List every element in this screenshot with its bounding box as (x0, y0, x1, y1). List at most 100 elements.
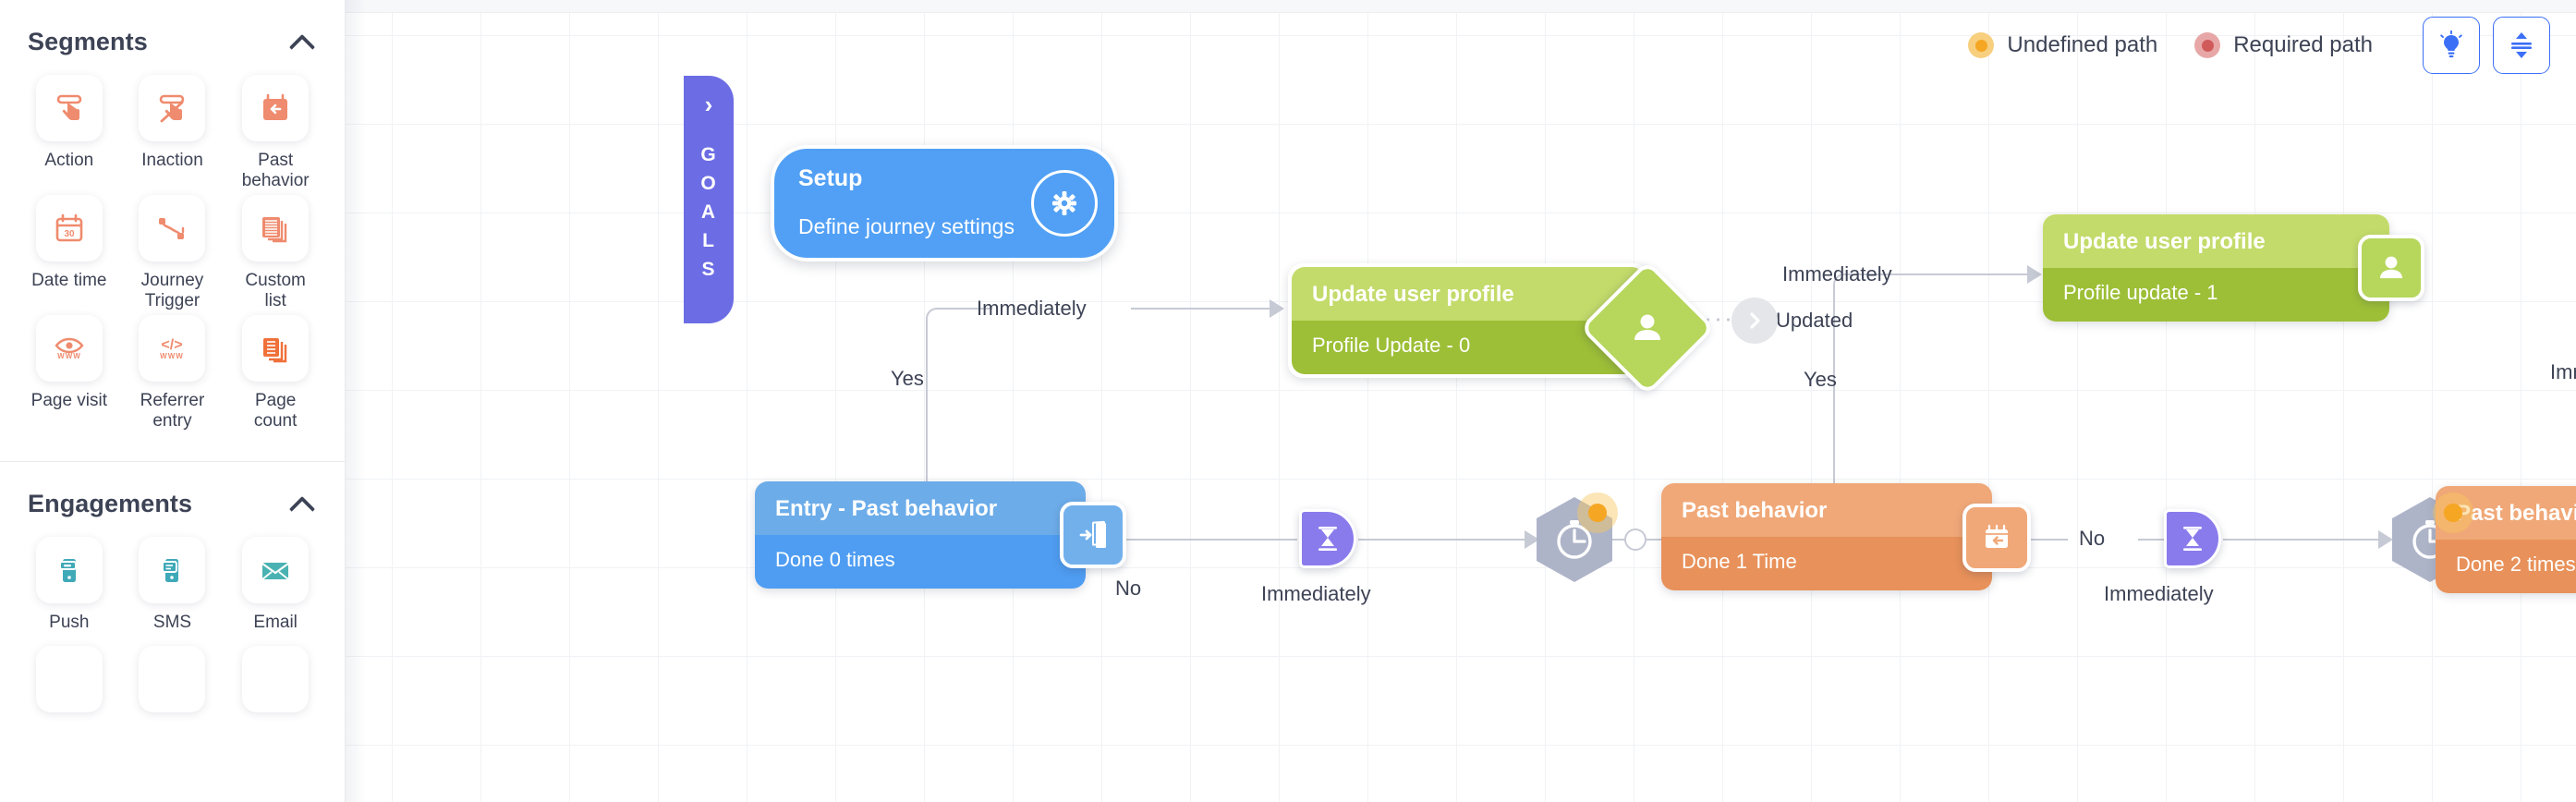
segments-title: Segments (28, 28, 148, 55)
edge-label-updated: Updated (1776, 309, 1853, 332)
goals-tab-label: GOALS (700, 144, 717, 280)
lightbulb-icon[interactable] (2423, 17, 2480, 74)
sidebar-tile-referrer-entry[interactable]: </> WWW Referrer entry (128, 315, 218, 431)
sidebar-tile-page-visit[interactable]: WWW Page visit (24, 315, 115, 431)
node-update-user-profile-1[interactable]: Update user profile Profile update - 1 (2043, 214, 2424, 322)
node-wait-2[interactable] (2164, 509, 2221, 568)
chevron-up-icon[interactable] (289, 491, 317, 518)
wait-label-2: Immediately (2104, 582, 2214, 605)
sidebar-tile-label: Past behavior (241, 151, 310, 190)
node-subtitle: Done 0 times (755, 535, 1086, 589)
svg-text:30: 30 (64, 229, 75, 239)
hourglass-icon (2183, 527, 2202, 551)
undefined-path-indicator-1[interactable] (1577, 492, 1618, 533)
calendar-back-icon (242, 75, 310, 141)
sidebar-tile-label: Journey Trigger (140, 271, 204, 310)
custom-list-icon (242, 195, 310, 261)
journey-canvas[interactable]: Undefined path Required path › G O A L S… (346, 0, 2576, 802)
node-wait-1[interactable] (1299, 509, 1356, 568)
sidebar-tile-label: Push (49, 613, 90, 632)
edge-label-immediately-1: Immediately (977, 297, 1087, 320)
placeholder-icon (35, 646, 103, 712)
connector-wait2-to-timer2 (2223, 539, 2388, 541)
sidebar-panel: Segments Action Inaction Past behavior 3… (0, 0, 346, 802)
undefined-path-dot-icon (1968, 32, 1995, 58)
sidebar-tile-label: Email (253, 613, 298, 632)
user-icon[interactable] (2358, 235, 2424, 301)
hourglass-icon (1318, 527, 1337, 551)
sidebar-tile-overflow[interactable] (230, 646, 321, 712)
entry-door-icon[interactable] (1060, 502, 1126, 568)
sidebar-tile-label: Referrer entry (140, 391, 205, 431)
sidebar-section-segments: Segments Action Inaction Past behavior 3… (0, 0, 345, 444)
edge-label-no-2: No (2079, 527, 2106, 550)
sidebar-tile-date-time[interactable]: 30 Date time (24, 195, 115, 311)
canvas-top-strip (346, 0, 2576, 13)
legend-item-undefined-path: Undefined path (1968, 32, 2157, 58)
svg-text:WWW: WWW (57, 352, 81, 360)
legend-label: Undefined path (2007, 32, 2158, 57)
connector-wait1-to-timer1 (1358, 539, 1534, 541)
vertical-align-icon[interactable] (2493, 17, 2550, 74)
node-card: Past behavior Done 1 Time (1661, 483, 2031, 590)
required-path-dot-icon (2194, 32, 2221, 58)
node-card: Entry - Past behavior Done 0 times (755, 481, 1126, 589)
node-title: Entry - Past behavior (755, 481, 1086, 535)
node-update-user-profile-0[interactable]: Update user profile Profile Update - 0 (1288, 260, 1716, 396)
node-title: Update user profile (1292, 267, 1645, 321)
sidebar-tile-push[interactable]: Push (24, 537, 115, 633)
sidebar-section-engagements: Engagements Push SMS Email (0, 462, 345, 725)
sidebar-tile-overflow[interactable] (128, 646, 218, 712)
engagements-header: Engagements (24, 462, 321, 537)
node-entry-past-behavior[interactable]: Entry - Past behavior Done 0 times (755, 481, 1126, 589)
undefined-path-indicator-2[interactable] (2433, 492, 2473, 533)
node-subtitle: Done 2 times (2436, 540, 2576, 593)
chevron-right-icon[interactable] (1732, 298, 1778, 344)
edge-label-immediately-2: Immediately (1782, 262, 1892, 286)
email-icon (242, 537, 310, 603)
sidebar-tile-email[interactable]: Email (230, 537, 321, 633)
canvas-legend: Undefined path Required path (1968, 17, 2550, 74)
chevron-up-icon[interactable] (289, 29, 317, 56)
calendar-back-icon[interactable] (1962, 504, 2031, 572)
arrow-into-update0 (1270, 299, 1284, 318)
chevron-right-icon: › (704, 91, 713, 118)
node-card: Update user profile Profile update - 1 (2043, 214, 2424, 322)
edge-label-no-1: No (1115, 577, 1142, 600)
sidebar-tile-label: Inaction (141, 151, 203, 170)
node-subtitle: Profile update - 1 (2043, 268, 2389, 322)
sidebar-tile-label: Page visit (30, 391, 108, 410)
node-past-behavior-1[interactable]: Past behavior Done 1 Time (1661, 483, 2031, 590)
sidebar-tile-page-count[interactable]: Page count (230, 315, 321, 431)
svg-text:</>: </> (162, 337, 183, 353)
node-title: Past behavior (1661, 483, 1992, 537)
page-count-icon (242, 315, 310, 382)
journey-builder-app: Segments Action Inaction Past behavior 3… (0, 0, 2576, 802)
sidebar-tile-past-behavior[interactable]: Past behavior (230, 75, 321, 191)
sidebar-tile-action[interactable]: Action (24, 75, 115, 191)
engagements-title: Engagements (28, 490, 193, 517)
sidebar-tile-custom-list[interactable]: Custom list (230, 195, 321, 311)
sidebar-tile-inaction[interactable]: Inaction (128, 75, 218, 191)
goals-tab[interactable]: › GOALS (684, 76, 734, 323)
placeholder-icon (242, 646, 310, 712)
engagements-tile-grid: Push SMS Email (24, 537, 321, 646)
push-notification-icon (35, 537, 103, 603)
gear-icon[interactable] (1031, 170, 1098, 237)
arrow-into-update1 (2027, 265, 2042, 284)
sidebar-tile-label: Custom list (245, 271, 306, 310)
sidebar-tile-label: Action (44, 151, 94, 170)
node-setup[interactable]: Setup Define journey settings (771, 145, 1118, 261)
sidebar-tile-journey-trigger[interactable]: Journey Trigger (128, 195, 218, 311)
sidebar-tile-overflow[interactable] (24, 646, 115, 712)
connection-point-1[interactable] (1624, 529, 1646, 551)
connector-no2-to-wait2 (2138, 539, 2164, 541)
segments-tile-grid: Action Inaction Past behavior 30 Date ti… (24, 75, 321, 444)
node-subtitle: Done 1 Time (1661, 537, 1992, 590)
node-card: Update user profile Profile Update - 0 (1288, 260, 1716, 396)
sidebar-tile-sms[interactable]: SMS (128, 537, 218, 633)
node-title: Update user profile (2043, 214, 2389, 268)
wait-label-1: Immediately (1261, 582, 1371, 605)
journey-trigger-icon (139, 195, 206, 261)
sidebar-tile-label: Page count (253, 391, 298, 431)
